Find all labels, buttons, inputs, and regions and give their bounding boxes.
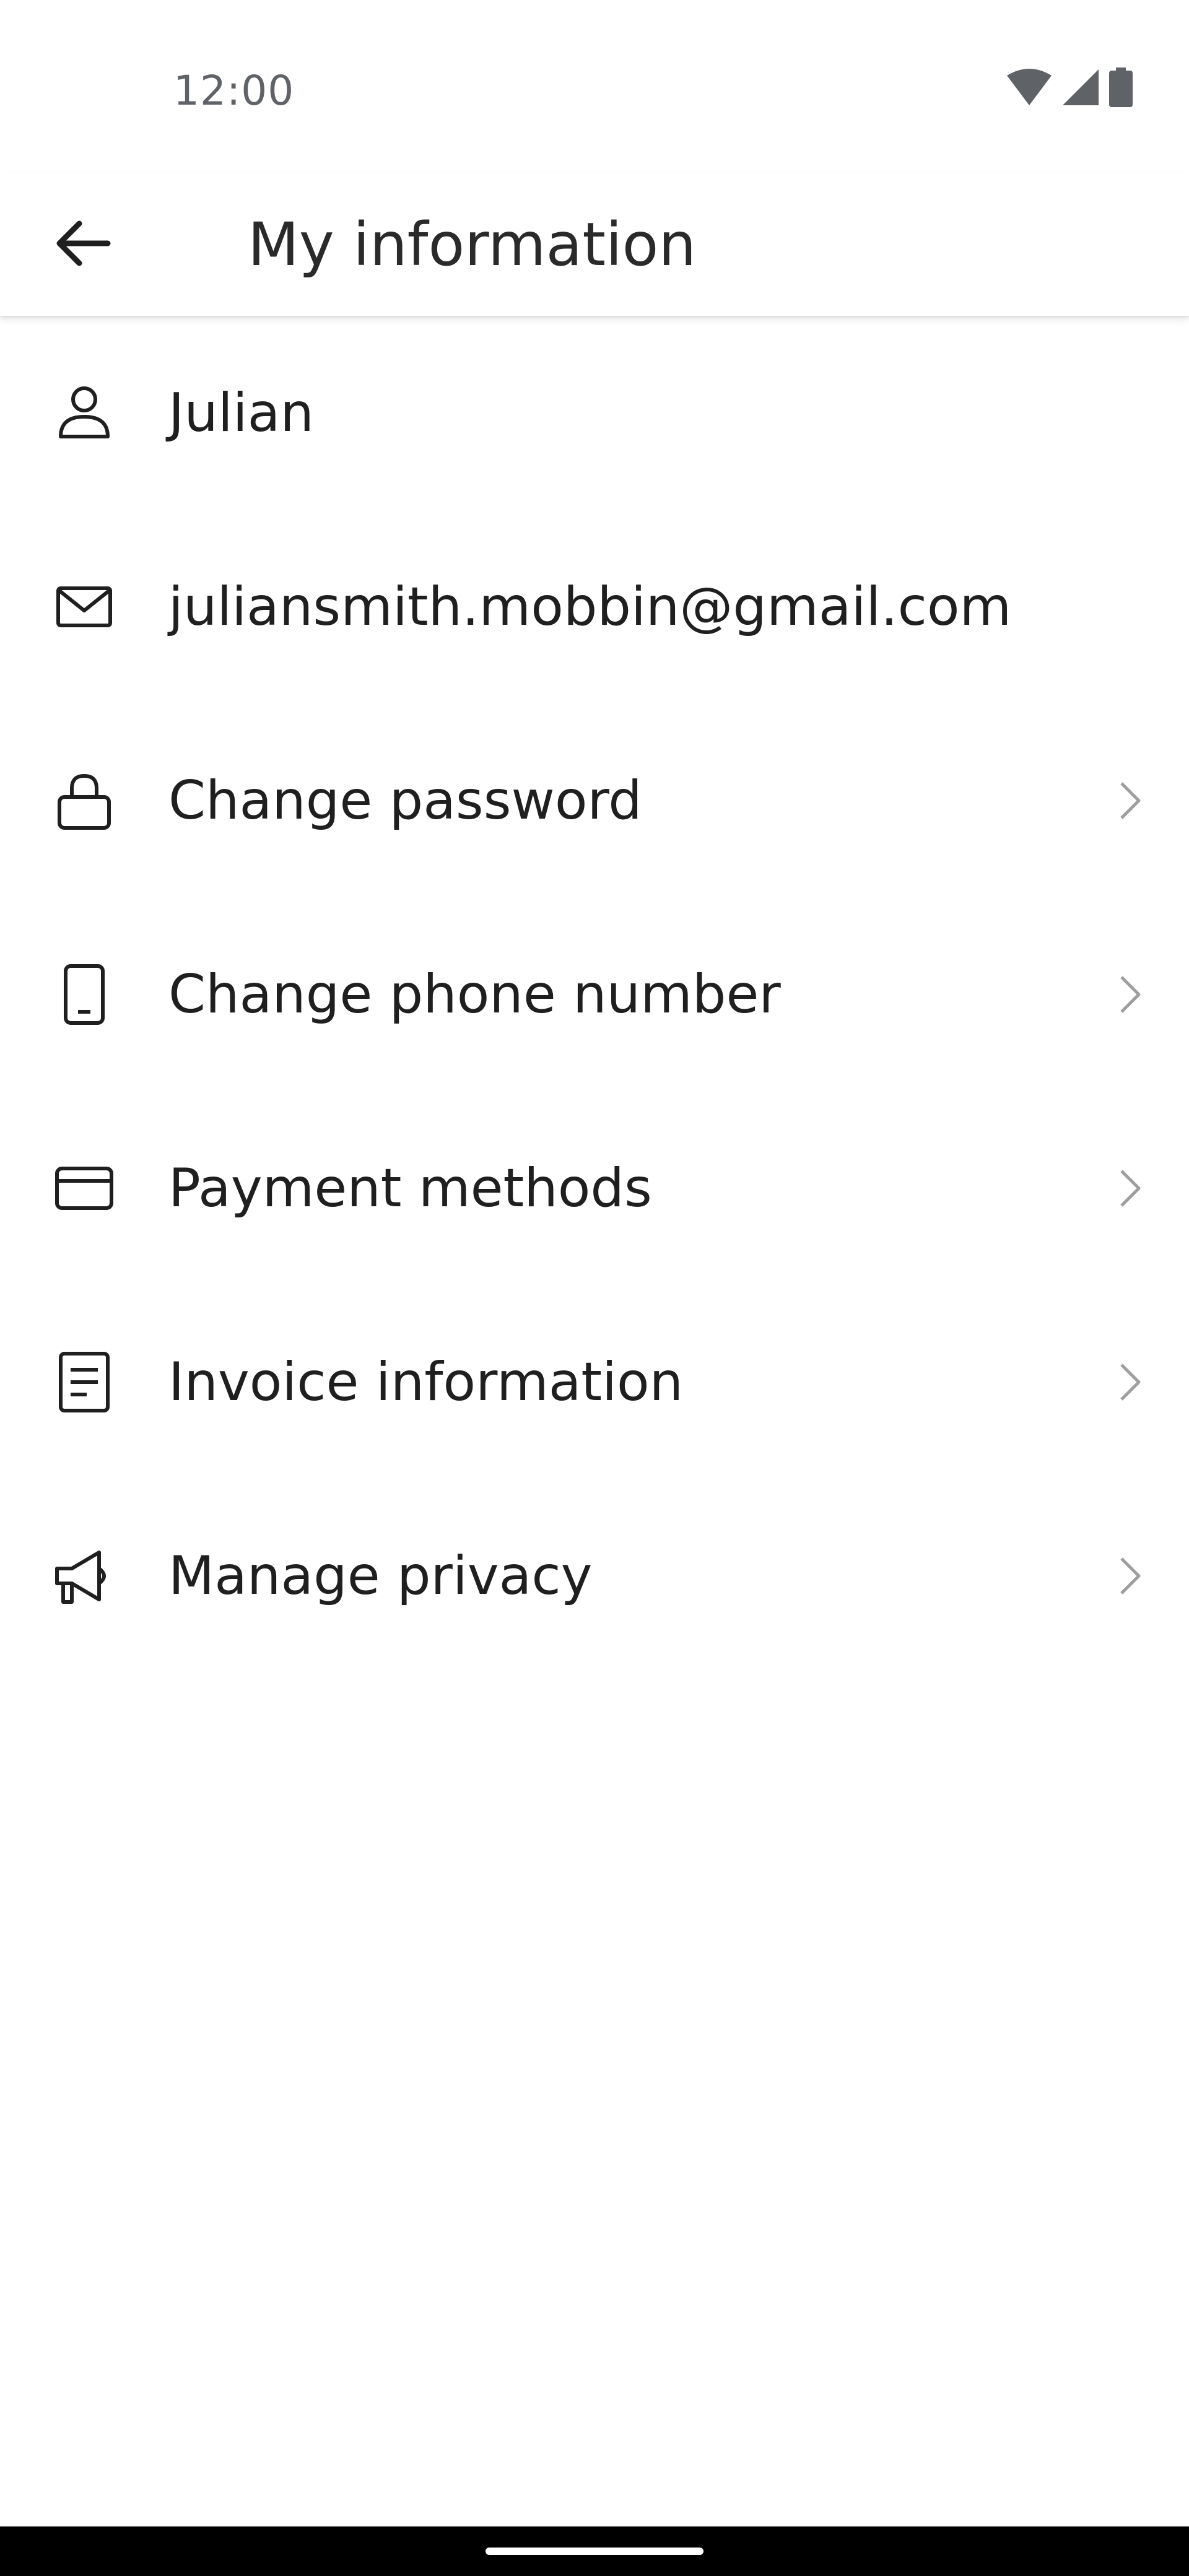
status-icons xyxy=(1006,67,1133,110)
list-item-label: juliansmith.mobbin@gmail.com xyxy=(168,575,1012,638)
phone-icon xyxy=(48,959,120,1030)
wifi-icon xyxy=(1006,68,1053,109)
list-item-payment-methods[interactable]: Payment methods xyxy=(0,1091,1189,1285)
list-item-label: Invoice information xyxy=(168,1351,684,1413)
app-bar: My information xyxy=(0,173,1189,316)
list-item-manage-privacy[interactable]: Manage privacy xyxy=(0,1479,1189,1673)
signal-icon xyxy=(1061,68,1100,109)
list-item-label: Payment methods xyxy=(168,1157,652,1219)
list-item-invoice-information[interactable]: Invoice information xyxy=(0,1285,1189,1479)
credit-card-icon xyxy=(48,1152,120,1224)
megaphone-icon xyxy=(48,1540,120,1612)
system-nav-bar xyxy=(0,2526,1189,2576)
list-item-change-phone[interactable]: Change phone number xyxy=(0,897,1189,1091)
status-bar: 12:00 xyxy=(0,0,1189,173)
document-icon xyxy=(48,1346,120,1418)
person-icon xyxy=(48,377,120,449)
lock-icon xyxy=(48,765,120,837)
list-item-name[interactable]: Julian xyxy=(0,316,1189,510)
chevron-right-icon xyxy=(1108,779,1152,822)
info-list: Julian juliansmith.mobbin@gmail.com Chan… xyxy=(0,316,1189,1673)
chevron-right-icon xyxy=(1108,1360,1152,1404)
battery-icon xyxy=(1108,67,1133,110)
page-title: My information xyxy=(248,210,697,279)
home-gesture-handle[interactable] xyxy=(486,2548,703,2555)
back-button[interactable] xyxy=(43,204,124,285)
chevron-right-icon xyxy=(1108,1167,1152,1210)
mail-icon xyxy=(48,571,120,643)
list-item-label: Change password xyxy=(168,769,642,832)
chevron-right-icon xyxy=(1108,973,1152,1016)
list-item-email[interactable]: juliansmith.mobbin@gmail.com xyxy=(0,510,1189,703)
list-item-change-password[interactable]: Change password xyxy=(0,703,1189,897)
arrow-left-icon xyxy=(56,219,111,271)
list-item-label: Change phone number xyxy=(168,963,781,1025)
list-item-label: Julian xyxy=(168,381,314,444)
list-item-label: Manage privacy xyxy=(168,1544,593,1607)
status-time: 12:00 xyxy=(173,67,295,115)
chevron-right-icon xyxy=(1108,1554,1152,1598)
